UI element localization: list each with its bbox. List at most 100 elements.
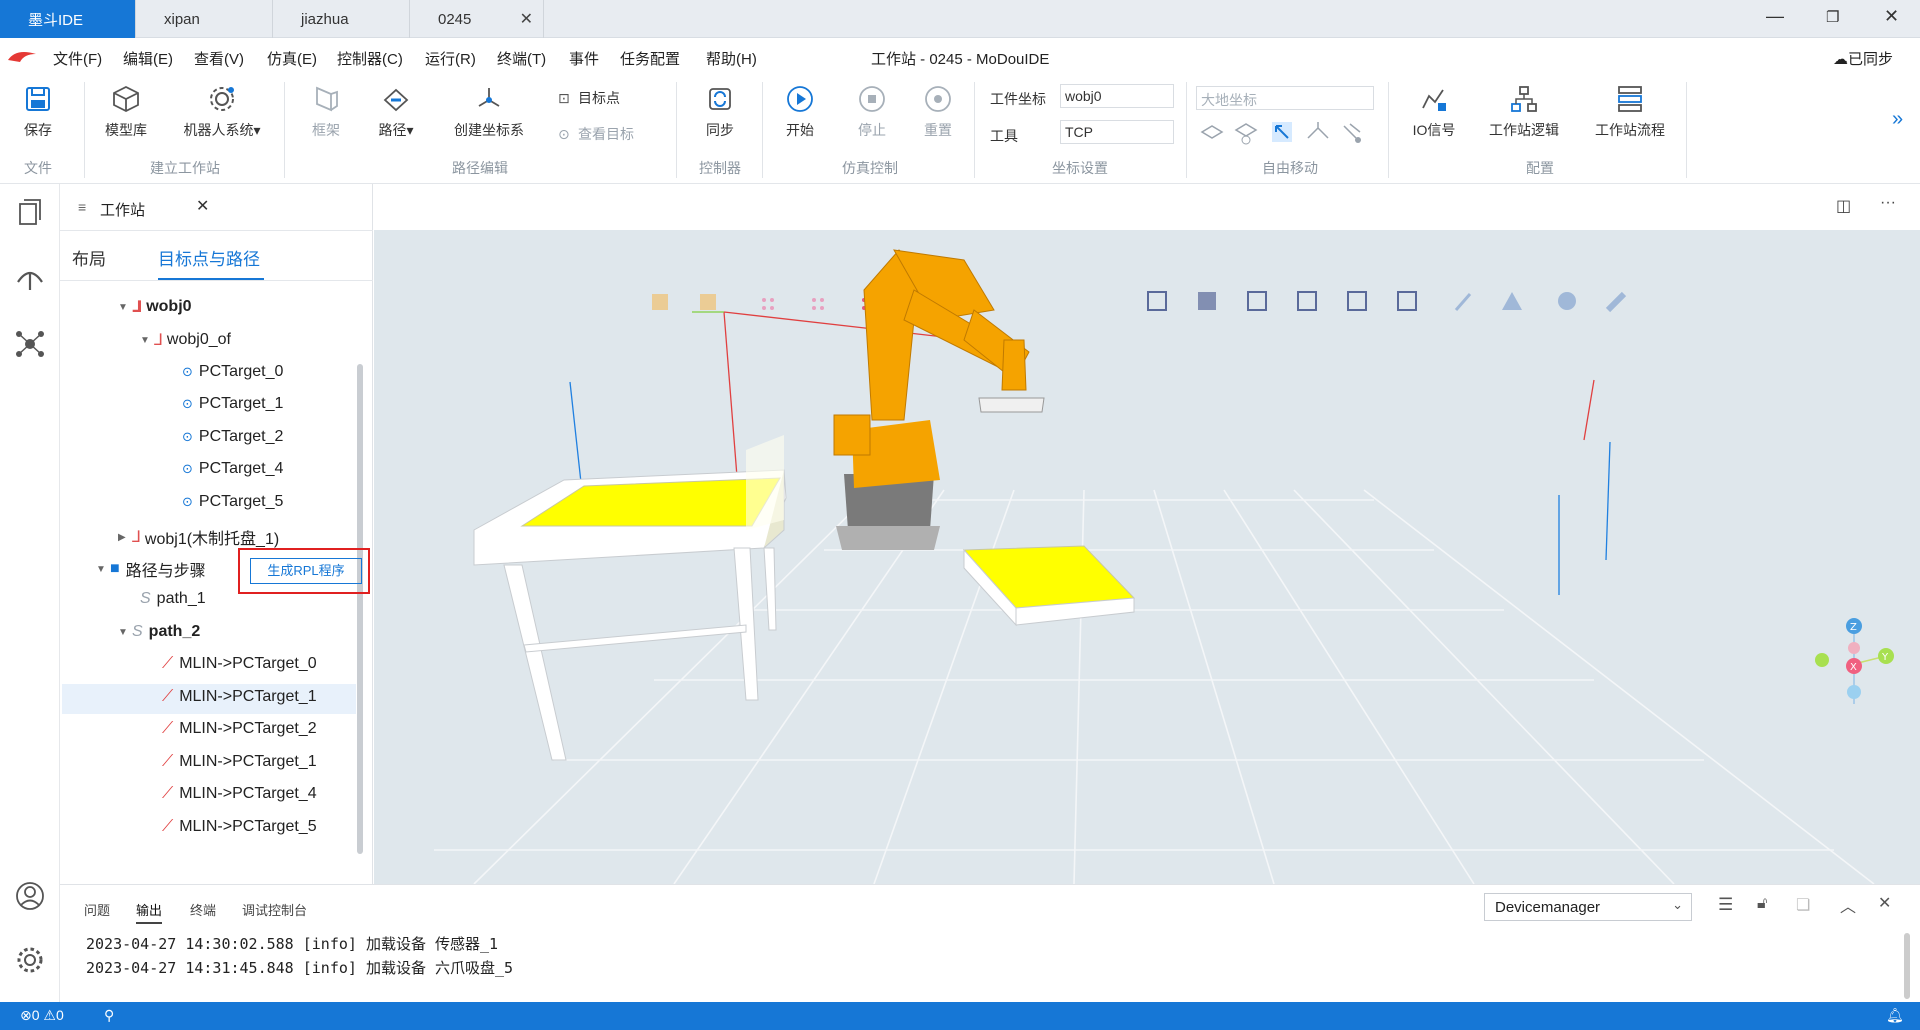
more-actions-icon[interactable]: ···: [1880, 194, 1896, 212]
window-close-icon[interactable]: ✕: [1884, 6, 1899, 27]
measure-icon[interactable]: [1454, 293, 1472, 311]
explorer-icon[interactable]: [14, 196, 46, 228]
bottom-tab-terminal[interactable]: 终端: [190, 900, 216, 919]
start-button[interactable]: 开始: [780, 84, 820, 140]
copy-icon[interactable]: ❏: [1796, 895, 1810, 915]
notification-bell-icon[interactable]: 🔔︎: [1886, 1007, 1904, 1024]
tree-item-path-1[interactable]: Spath_1: [140, 590, 206, 608]
tree-item-target[interactable]: ⊙ PCTarget_4: [182, 460, 283, 478]
rotate-tool-icon[interactable]: [1234, 123, 1258, 145]
path-button[interactable]: 路径▾: [374, 84, 418, 140]
station-logic-button[interactable]: 工作站逻辑: [1484, 84, 1564, 140]
target-point-button[interactable]: ⊡ 目标点: [558, 88, 644, 108]
tab-xipan[interactable]: xipan: [136, 0, 273, 38]
menu-simulate[interactable]: 仿真(E): [267, 48, 317, 69]
view-top-icon[interactable]: [1198, 292, 1216, 310]
network-icon[interactable]: [14, 328, 46, 360]
generate-rpl-button[interactable]: 生成RPL程序: [250, 558, 362, 584]
chevron-down-icon[interactable]: ▼: [96, 564, 110, 575]
move-tool-icon[interactable]: [1200, 125, 1224, 139]
frame-move-icon[interactable]: [1307, 122, 1329, 139]
menu-events[interactable]: 事件: [569, 48, 599, 69]
menu-view[interactable]: 查看(V): [194, 48, 244, 69]
tree-item-move[interactable]: ⟋ MLIN->PCTarget_4: [162, 785, 317, 803]
tree-item-target[interactable]: ⊙ PCTarget_2: [182, 428, 283, 446]
tree-item-move[interactable]: ⟋ MLIN->PCTarget_1: [162, 753, 317, 771]
save-button[interactable]: 保存: [18, 84, 58, 140]
tree-item-move[interactable]: ⟋ MLIN->PCTarget_0: [162, 655, 317, 673]
device-select[interactable]: Devicemanager ⌄: [1484, 893, 1692, 921]
menu-edit[interactable]: 编辑(E): [123, 48, 173, 69]
menu-run[interactable]: 运行(R): [425, 48, 476, 69]
clip-plane-icon[interactable]: [1605, 291, 1627, 313]
problems-indicator[interactable]: ⊗0 ⚠0: [20, 1007, 64, 1024]
sync-button[interactable]: 同步: [700, 84, 740, 140]
tool-select[interactable]: TCP: [1060, 120, 1174, 144]
menu-help[interactable]: 帮助(H): [706, 48, 757, 69]
minimize-icon[interactable]: —: [1766, 6, 1784, 27]
output-scrollbar[interactable]: [1904, 933, 1910, 999]
create-coordinate-system-button[interactable]: 创建坐标系: [448, 84, 530, 140]
point-display-icon[interactable]: [812, 298, 824, 310]
remote-icon[interactable]: ⚲: [104, 1007, 114, 1024]
model-library-button[interactable]: 模型库: [100, 84, 152, 140]
menu-file[interactable]: 文件(F): [53, 48, 102, 69]
station-flow-button[interactable]: 工作站流程: [1590, 84, 1670, 140]
chevron-down-icon[interactable]: ▼: [140, 335, 154, 346]
tree-item-path-2[interactable]: ▼ S path_2: [118, 623, 200, 641]
view-target-button[interactable]: ⊙ 查看目标: [558, 124, 658, 144]
tree-item-target[interactable]: ⊙ PCTarget_5: [182, 493, 283, 511]
tree-item-paths-folder[interactable]: ▼ ■ 路径与步骤: [96, 557, 206, 581]
earth-coord-select[interactable]: 大地坐标: [1196, 86, 1374, 110]
menu-terminal[interactable]: 终端(T): [497, 48, 546, 69]
panel-close-icon[interactable]: ✕: [1878, 893, 1891, 913]
view-cube-icon[interactable]: [652, 294, 668, 310]
clear-output-icon[interactable]: ☰: [1718, 895, 1733, 915]
bottom-tab-debug-console[interactable]: 调试控制台: [242, 900, 307, 919]
work-coord-select[interactable]: wobj0: [1060, 84, 1174, 108]
view-cube-icon[interactable]: [700, 294, 716, 310]
tree-item-wobj0[interactable]: ▼ ⅃ wobj0: [118, 297, 192, 317]
angle-icon[interactable]: [1502, 292, 1522, 310]
tab-modou-ide[interactable]: 墨斗IDE: [0, 0, 136, 38]
robot-system-button[interactable]: 机器人系统▾: [176, 84, 268, 140]
menu-controller[interactable]: 控制器(C): [337, 48, 403, 69]
restore-icon[interactable]: ❐: [1826, 8, 1839, 26]
account-icon[interactable]: [14, 880, 46, 912]
view-bottom-icon[interactable]: [1397, 291, 1417, 311]
io-signal-button[interactable]: IO信号: [1404, 84, 1464, 140]
sync-status[interactable]: ☁已同步: [1833, 48, 1893, 69]
bottom-tab-problems[interactable]: 问题: [84, 900, 110, 919]
frame-button[interactable]: 框架: [306, 84, 346, 140]
settings-gear-icon[interactable]: [14, 944, 46, 976]
view-front-icon[interactable]: [1147, 291, 1167, 311]
chevron-down-icon[interactable]: ▼: [118, 627, 132, 638]
tree-item-wobj0-of[interactable]: ▼ ⅃ wobj0_of: [140, 330, 231, 350]
expand-ribbon-icon[interactable]: »: [1892, 108, 1903, 131]
chevron-down-icon[interactable]: ▼: [118, 302, 132, 313]
tab-jiazhua[interactable]: jiazhua: [273, 0, 410, 38]
robot-arm-icon[interactable]: [14, 262, 46, 294]
pick-tool-icon[interactable]: [1272, 122, 1292, 142]
tree-item-move[interactable]: ⟋ MLIN->PCTarget_5: [162, 818, 317, 836]
tree-scrollbar[interactable]: [357, 364, 363, 854]
tree-item-target[interactable]: ⊙ PCTarget_1: [182, 395, 283, 413]
tree-item-wobj1[interactable]: ▶ ⅃ wobj1(木制托盘_1): [118, 525, 279, 549]
subtab-targets-paths[interactable]: 目标点与路径: [158, 245, 260, 270]
bottom-tab-output[interactable]: 输出: [136, 900, 162, 919]
panel-close-icon[interactable]: ✕: [196, 196, 209, 216]
view-left-icon[interactable]: [1297, 291, 1317, 311]
tree-item-move[interactable]: ⟋ MLIN->PCTarget_2: [162, 720, 317, 738]
view-right-icon[interactable]: [1347, 291, 1367, 311]
gizmo-icon[interactable]: [1343, 123, 1361, 143]
stop-button[interactable]: 停止: [852, 84, 892, 140]
tab-close-icon[interactable]: ✕: [520, 9, 533, 29]
split-editor-icon[interactable]: ◫: [1836, 196, 1851, 216]
point-display-icon[interactable]: [762, 298, 774, 310]
tree-item-move[interactable]: ⟋ MLIN->PCTarget_1: [162, 688, 317, 706]
sphere-icon[interactable]: [1558, 292, 1576, 310]
tree-item-target[interactable]: ⊙ PCTarget_0: [182, 363, 283, 381]
subtab-layout[interactable]: 布局: [72, 245, 106, 270]
chevron-right-icon[interactable]: ▶: [118, 532, 132, 543]
menu-task-config[interactable]: 任务配置: [620, 48, 680, 69]
